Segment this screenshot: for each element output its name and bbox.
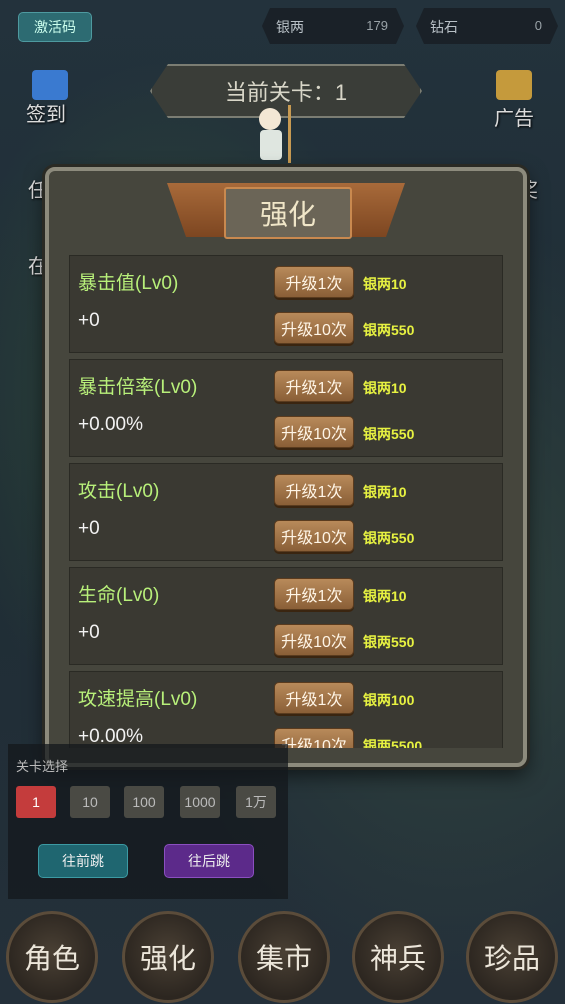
stat-value: +0 [78,518,100,539]
stat-value: +0.00% [78,414,143,435]
upgrade-10x-cost: 银两550 [363,634,415,650]
silver-resource: 银两 179 [262,8,404,44]
upgrade-10x-button[interactable]: 升级10次 [274,624,354,656]
treasure-chest-icon[interactable] [496,70,532,100]
diamond-value: 0 [534,18,542,33]
upgrade-row-health: 生命(Lv0) +0 升级1次 银两10 升级10次 银两550 [69,567,503,665]
upgrade-10x-button[interactable]: 升级10次 [274,416,354,448]
upgrade-row-crit-value: 暴击值(Lv0) +0 升级1次 银两10 升级10次 银两550 [69,255,503,353]
upgrade-1x-cost: 银两10 [363,380,407,396]
silver-label: 银两 [276,19,304,35]
upgrade-1x-cost: 银两100 [363,692,415,708]
activation-code-button[interactable]: 激活码 [18,12,92,42]
upgrade-1x-cost: 银两10 [363,484,407,500]
stage-step-1000[interactable]: 1000 [180,786,220,818]
upgrade-1x-button[interactable]: 升级1次 [274,474,354,506]
stat-name: 暴击值(Lv0) [78,273,179,294]
diamond-resource: 钻石 0 [416,8,558,44]
gift-icon[interactable] [32,70,68,100]
stat-value: +0 [78,622,100,643]
diamond-label: 钻石 [430,19,458,35]
stage-step-10000[interactable]: 1万 [236,786,276,818]
jump-backward-button[interactable]: 往后跳 [164,844,254,878]
ad-button[interactable]: 广告 [494,102,534,131]
enhance-dialog: 强化 暴击值(Lv0) +0 升级1次 银两10 升级10次 银两550 暴击倍… [45,167,527,767]
upgrade-row-attack: 攻击(Lv0) +0 升级1次 银两10 升级10次 银两550 [69,463,503,561]
upgrade-1x-button[interactable]: 升级1次 [274,578,354,610]
upgrade-1x-button[interactable]: 升级1次 [274,682,354,714]
stat-value: +0 [78,310,100,331]
upgrade-1x-cost: 银两10 [363,588,407,604]
hero-character-icon [259,105,291,163]
upgrade-10x-button[interactable]: 升级10次 [274,520,354,552]
current-level-text: 当前关卡：1 [224,80,348,105]
nav-enhance-button[interactable]: 强化 [122,911,214,1003]
upgrade-row-crit-multiplier: 暴击倍率(Lv0) +0.00% 升级1次 银两10 升级10次 银两550 [69,359,503,457]
bottom-nav: 角色 强化 集市 神兵 珍品 [0,905,565,1004]
stat-name: 攻击(Lv0) [78,481,160,502]
nav-character-button[interactable]: 角色 [6,911,98,1003]
upgrade-1x-button[interactable]: 升级1次 [274,370,354,402]
stage-select-panel: 关卡选择 1 10 100 1000 1万 往前跳 往后跳 [8,744,288,899]
signin-button[interactable]: 签到 [26,98,66,127]
stat-name: 生命(Lv0) [78,585,160,606]
stage-step-1[interactable]: 1 [16,786,56,818]
upgrade-10x-button[interactable]: 升级10次 [274,312,354,344]
upgrade-10x-cost: 银两550 [363,426,415,442]
nav-market-button[interactable]: 集市 [238,911,330,1003]
upgrade-1x-cost: 银两10 [363,276,407,292]
stage-select-title: 关卡选择 [16,759,69,774]
stat-name: 暴击倍率(Lv0) [78,377,198,398]
jump-forward-button[interactable]: 往前跳 [38,844,128,878]
silver-value: 179 [366,18,388,33]
upgrade-list[interactable]: 暴击值(Lv0) +0 升级1次 银两10 升级10次 银两550 暴击倍率(L… [69,255,503,748]
upgrade-10x-cost: 银两550 [363,322,415,338]
nav-weapon-button[interactable]: 神兵 [352,911,444,1003]
dialog-title-text: 强化 [259,199,316,230]
stat-name: 攻速提高(Lv0) [78,689,198,710]
nav-treasure-button[interactable]: 珍品 [466,911,558,1003]
upgrade-10x-cost: 银两5500 [363,738,423,748]
upgrade-10x-cost: 银两550 [363,530,415,546]
top-bar: 激活码 银两 179 钻石 0 [0,0,565,52]
stage-step-10[interactable]: 10 [70,786,110,818]
dialog-title: 强化 [224,187,352,239]
upgrade-row-attack-speed: 攻速提高(Lv0) +0.00% 升级1次 银两100 升级10次 银两5500 [69,671,503,748]
stage-step-100[interactable]: 100 [124,786,164,818]
upgrade-1x-button[interactable]: 升级1次 [274,266,354,298]
